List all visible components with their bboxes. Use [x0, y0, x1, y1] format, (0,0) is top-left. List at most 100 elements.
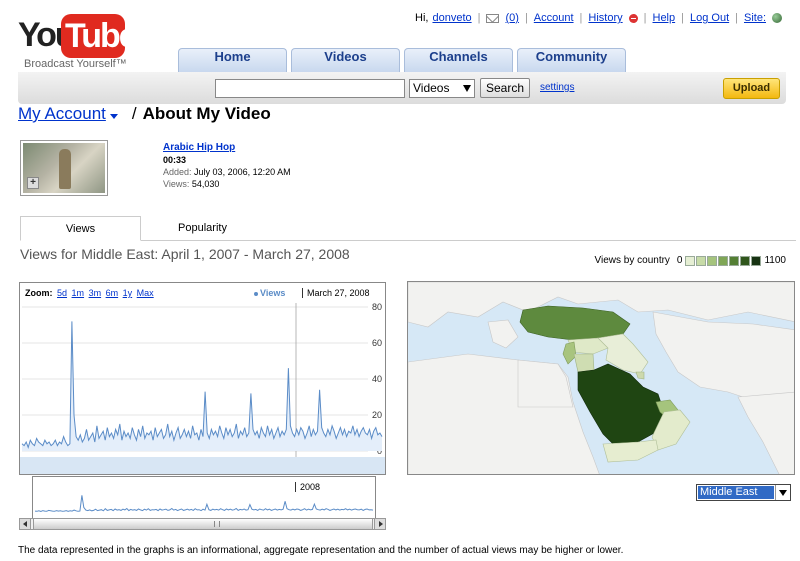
youtube-logo[interactable]: You Tube Broadcast Yourself™	[18, 14, 138, 70]
video-thumbnail[interactable]: +	[20, 140, 108, 196]
video-title-link[interactable]: Arabic Hip Hop	[163, 142, 235, 153]
region-select-value: Middle East	[698, 486, 774, 499]
map-region-egypt	[517, 359, 574, 408]
greeting: Hi,	[415, 12, 429, 24]
zoom-3m[interactable]: 3m	[89, 288, 102, 298]
logout-link[interactable]: Log Out	[690, 12, 729, 24]
logo-tube-text: Tube	[61, 14, 138, 58]
zoom-1y[interactable]: 1y	[123, 288, 133, 298]
separator: |	[643, 12, 647, 24]
views-label: Views:	[163, 179, 190, 189]
add-to-quicklist-icon[interactable]: +	[27, 177, 39, 189]
scroll-left-icon[interactable]	[20, 519, 31, 529]
logo-tagline: Broadcast Yourself™	[24, 58, 127, 70]
zoom-1m[interactable]: 1m	[72, 288, 85, 298]
overview-chart[interactable]: 2008	[32, 476, 376, 519]
series-label: Views	[260, 288, 286, 298]
overview-series-line	[34, 495, 374, 513]
thumbnail-figure	[59, 149, 71, 189]
upload-button[interactable]: Upload	[723, 78, 780, 99]
username-link[interactable]: donveto	[432, 12, 471, 24]
overview-line-chart[interactable]	[33, 477, 375, 518]
separator: |	[735, 12, 738, 24]
middle-east-map[interactable]	[408, 282, 795, 475]
separator: |	[477, 12, 481, 24]
map-region-jordan	[573, 353, 595, 373]
thumbnail-image: +	[23, 143, 105, 193]
grip-icon	[214, 521, 220, 527]
search-scope-value: Videos	[413, 81, 450, 95]
tab-community[interactable]: Community	[517, 48, 626, 73]
site-link[interactable]: Site:	[744, 12, 766, 24]
legend-max: 1100	[764, 255, 786, 266]
search-bar: Videos Search settings Upload	[18, 72, 786, 104]
main-line-chart[interactable]: 806040200	[20, 301, 385, 474]
search-scope-select[interactable]: Videos	[409, 79, 475, 98]
chart-scrollbar[interactable]	[19, 518, 386, 530]
views-map[interactable]	[407, 281, 795, 475]
map-land-india	[737, 391, 794, 474]
legend-label: Views by country	[594, 255, 670, 266]
stats-tabs: Views Popularity	[20, 216, 796, 241]
zoom-controls: Zoom: 5d 1m 3m 6m 1y Max	[25, 288, 154, 298]
added-label: Added:	[163, 167, 192, 177]
inbox-count-link[interactable]: (0)	[505, 12, 518, 24]
zoom-6m[interactable]: 6m	[106, 288, 119, 298]
legend-swatch	[740, 255, 751, 266]
map-region-turkey	[519, 305, 631, 341]
views-value: 54,030	[191, 179, 220, 189]
settings-link[interactable]: settings	[540, 82, 574, 93]
tab-popularity[interactable]: Popularity	[142, 216, 263, 241]
search-input[interactable]	[215, 79, 405, 98]
overview-year: 2008	[295, 482, 320, 492]
map-region-saudi-arabia	[577, 363, 665, 445]
breadcrumb: My Account / About My Video	[18, 104, 271, 124]
legend-swatch	[707, 255, 718, 266]
page-title: About My Video	[142, 104, 271, 123]
tab-channels[interactable]: Channels	[404, 48, 513, 73]
zoom-5d[interactable]: 5d	[57, 288, 67, 298]
scrollbar-thumb[interactable]	[33, 519, 373, 529]
legend-min: 0	[676, 255, 683, 266]
separator: |	[579, 12, 583, 24]
chevron-down-icon	[463, 85, 471, 92]
y-tick-label: 40	[372, 374, 382, 384]
zoom-label: Zoom:	[25, 288, 53, 298]
chart-header: Zoom: 5d 1m 3m 6m 1y Max Views March 27,…	[20, 283, 385, 301]
series-dot-icon	[254, 291, 258, 296]
views-series-line	[21, 321, 383, 449]
map-region-levant	[562, 341, 577, 365]
region-select[interactable]: Middle East	[696, 484, 791, 501]
map-legend: Views by country 0 1100	[595, 255, 786, 266]
tab-views[interactable]: Views	[20, 216, 141, 241]
y-tick-label: 80	[372, 302, 382, 312]
series-legend: Views	[254, 288, 285, 298]
views-chart[interactable]: Zoom: 5d 1m 3m 6m 1y Max Views March 27,…	[19, 282, 386, 475]
my-account-link[interactable]: My Account	[18, 104, 106, 124]
chevron-down-icon[interactable]	[775, 485, 790, 500]
user-links: Hi, donveto | (0) | Account | History | …	[415, 12, 782, 24]
chevron-down-icon[interactable]	[109, 113, 118, 119]
scroll-right-icon[interactable]	[374, 519, 385, 529]
history-link[interactable]: History	[588, 12, 622, 24]
legend-swatch	[729, 255, 740, 266]
tab-videos[interactable]: Videos	[291, 48, 400, 73]
mail-icon[interactable]	[486, 13, 500, 23]
help-link[interactable]: Help	[653, 12, 676, 24]
tab-home[interactable]: Home	[178, 48, 287, 73]
search-button[interactable]: Search	[480, 78, 530, 98]
map-land-balkans	[487, 319, 519, 349]
views-heading: Views for Middle East: April 1, 2007 - M…	[20, 246, 350, 262]
zoom-max[interactable]: Max	[137, 288, 154, 298]
separator: |	[681, 12, 684, 24]
main-nav: Home Videos Channels Community	[178, 48, 626, 73]
chart-date: March 27, 2008	[302, 288, 370, 298]
map-land-africa	[408, 353, 600, 474]
y-tick-label: 60	[372, 338, 382, 348]
legend-swatch	[685, 255, 696, 266]
account-link[interactable]: Account	[534, 12, 574, 24]
video-info: Arabic Hip Hop 00:33 Added: July 03, 200…	[163, 141, 291, 190]
history-clear-icon[interactable]	[628, 13, 638, 23]
disclaimer-text: The data represented in the graphs is an…	[18, 545, 624, 556]
globe-icon[interactable]	[772, 13, 782, 23]
